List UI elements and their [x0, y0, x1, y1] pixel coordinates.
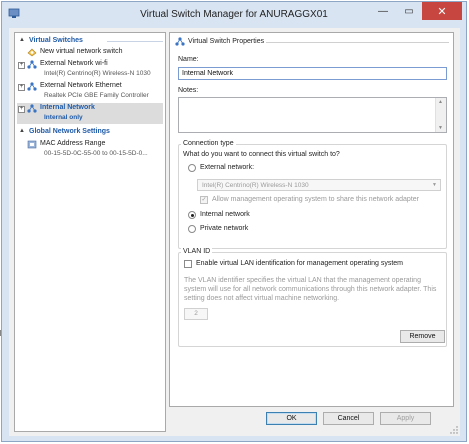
- tree-item-mac-address-range[interactable]: MAC Address Range 00-15-5D-0C-55-00 to 0…: [17, 139, 163, 160]
- dialog-client-area: ▲ Virtual Switches New virtual network s…: [9, 28, 460, 436]
- network-switch-icon: [27, 104, 37, 113]
- vlan-title: VLAN ID: [181, 248, 213, 255]
- resize-grip-icon[interactable]: [450, 426, 458, 434]
- notes-scrollbar[interactable]: ▲ ▼: [435, 98, 446, 132]
- internal-network-label[interactable]: Internal network: [200, 211, 250, 218]
- minimize-button[interactable]: —: [370, 2, 396, 20]
- vlan-description: The VLAN identifier specifies the virtua…: [184, 277, 437, 302]
- global-network-settings-header[interactable]: ▲ Global Network Settings: [17, 126, 163, 137]
- panel-title-divider: [266, 42, 449, 43]
- virtual-switch-manager-window: Virtual Switch Manager for ANURAGGX01 — …: [1, 1, 467, 442]
- network-switch-icon: [175, 37, 185, 46]
- new-switch-icon: [27, 48, 37, 57]
- connection-question: What do you want to connect this virtual…: [183, 151, 340, 158]
- tree-item-label: MAC Address Range: [40, 140, 106, 147]
- tree-item-external-wifi[interactable]: + External Network wi-fi Intel(R) Centri…: [17, 59, 163, 80]
- private-network-label[interactable]: Private network: [200, 225, 248, 232]
- expand-icon[interactable]: +: [18, 62, 25, 69]
- enable-vlan-checkbox[interactable]: [184, 260, 192, 268]
- tree-item-sublabel: Intel(R) Centrino(R) Wireless-N 1030: [44, 70, 151, 77]
- tree-item-label: Internal Network: [40, 104, 95, 111]
- allow-management-checkbox[interactable]: ✓: [200, 196, 208, 204]
- collapse-icon[interactable]: ▲: [19, 126, 25, 137]
- network-adapter-value: Intel(R) Centrino(R) Wireless-N 1030: [202, 182, 309, 189]
- network-adapter-dropdown[interactable]: Intel(R) Centrino(R) Wireless-N 1030 ▼: [197, 179, 441, 191]
- vlan-id-value: 2: [194, 310, 198, 317]
- apply-button[interactable]: Apply: [380, 412, 431, 425]
- notes-field[interactable]: ▲ ▼: [178, 97, 447, 133]
- tree-item-label: New virtual network switch: [40, 48, 123, 55]
- network-switch-icon: [27, 82, 37, 91]
- switch-tree[interactable]: ▲ Virtual Switches New virtual network s…: [14, 32, 166, 432]
- tree-item-internal-network[interactable]: + Internal Network Internal only: [17, 103, 163, 124]
- enable-vlan-label[interactable]: Enable virtual LAN identification for ma…: [196, 260, 403, 267]
- maximize-button[interactable]: ▭: [396, 2, 422, 20]
- close-button[interactable]: ✕: [422, 2, 462, 20]
- tree-item-sublabel: Internal only: [44, 114, 83, 121]
- expand-icon[interactable]: +: [18, 84, 25, 91]
- network-switch-icon: [27, 60, 37, 69]
- external-network-radio[interactable]: [188, 164, 196, 172]
- scroll-down-icon[interactable]: ▼: [438, 125, 443, 131]
- tree-item-sublabel: Realtek PCIe GBE Family Controller: [44, 92, 149, 99]
- notes-label: Notes:: [178, 87, 199, 94]
- name-label: Name:: [178, 56, 199, 63]
- virtual-switches-header-label: Virtual Switches: [29, 37, 83, 44]
- connection-type-title: Connection type: [181, 140, 236, 147]
- scroll-up-icon[interactable]: ▲: [438, 99, 443, 105]
- allow-management-label: Allow management operating system to sha…: [212, 196, 419, 203]
- tree-item-sublabel: 00-15-5D-0C-55-00 to 00-15-5D-0...: [44, 150, 148, 157]
- global-header-label: Global Network Settings: [29, 128, 110, 135]
- tree-item-external-ethernet[interactable]: + External Network Ethernet Realtek PCIe…: [17, 81, 163, 102]
- background-divider: [0, 330, 4, 336]
- tree-item-label: External Network wi-fi: [40, 60, 108, 67]
- expand-icon[interactable]: +: [18, 106, 25, 113]
- external-network-label[interactable]: External network:: [200, 164, 254, 171]
- mac-address-icon: [27, 140, 37, 149]
- remove-button[interactable]: Remove: [400, 330, 445, 343]
- virtual-switch-properties-panel: Virtual Switch Properties Name: Notes: ▲…: [169, 32, 454, 407]
- vlan-id-stepper[interactable]: 2: [184, 308, 208, 320]
- name-field[interactable]: [178, 67, 447, 80]
- tree-item-new-switch[interactable]: New virtual network switch: [17, 47, 163, 58]
- internal-network-radio[interactable]: [188, 211, 196, 219]
- ok-button[interactable]: OK: [266, 412, 317, 425]
- header-divider: [107, 41, 163, 42]
- panel-title: Virtual Switch Properties: [188, 38, 265, 45]
- tree-item-label: External Network Ethernet: [40, 82, 122, 89]
- cancel-button[interactable]: Cancel: [323, 412, 374, 425]
- title-bar[interactable]: Virtual Switch Manager for ANURAGGX01 — …: [2, 2, 466, 26]
- chevron-down-icon: ▼: [432, 182, 437, 188]
- private-network-radio[interactable]: [188, 225, 196, 233]
- collapse-icon[interactable]: ▲: [19, 35, 25, 46]
